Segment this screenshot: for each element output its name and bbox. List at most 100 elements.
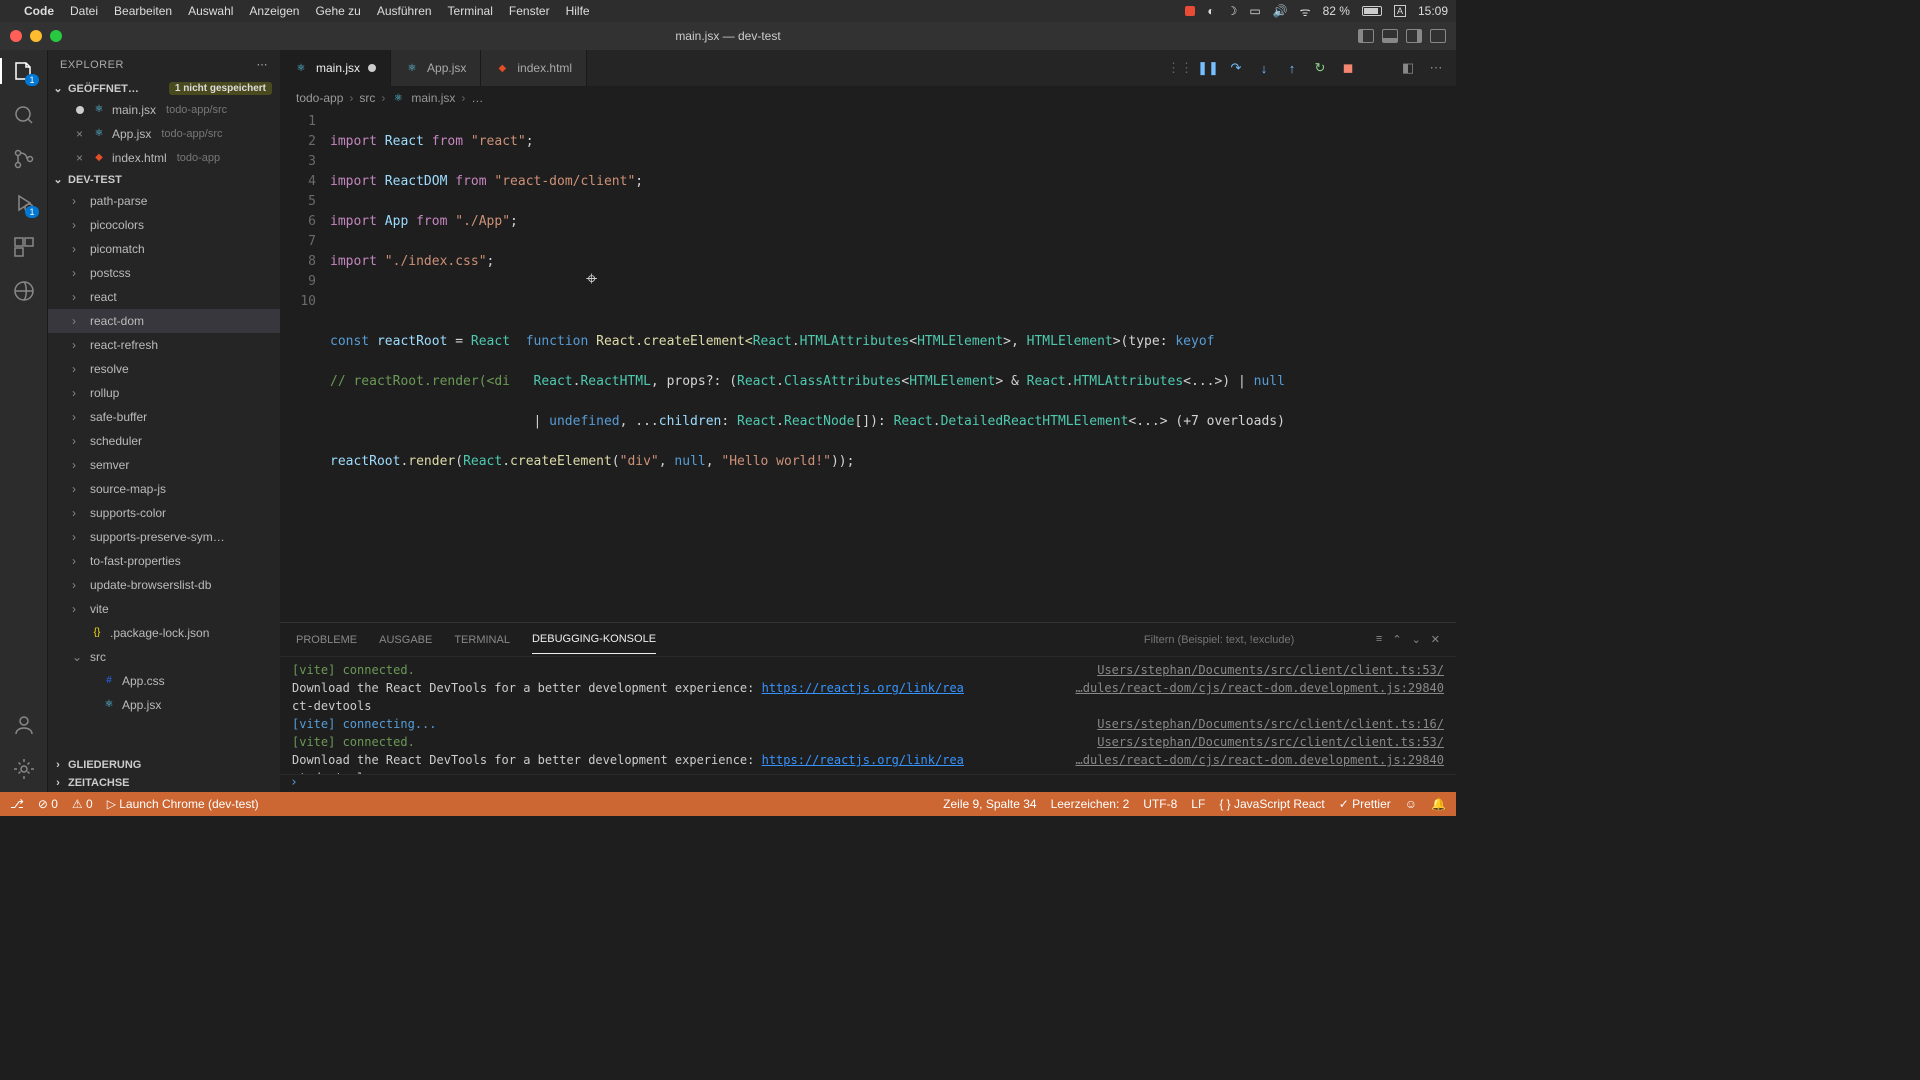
tree-item[interactable]: ›postcss [48, 261, 280, 285]
layout-right-icon[interactable] [1406, 29, 1422, 43]
panel-filter-input[interactable] [1144, 634, 1344, 646]
menu-item[interactable]: Ausführen [377, 4, 432, 18]
status-prettier[interactable]: ✓ Prettier [1339, 797, 1391, 811]
open-editor-item[interactable]: ×◆index.htmltodo-app [48, 146, 280, 170]
minimize-window-button[interactable] [30, 30, 42, 42]
menu-item[interactable]: Terminal [448, 4, 493, 18]
status-debug[interactable]: ▷ Launch Chrome (dev-test) [107, 797, 259, 811]
source-link[interactable]: Users/stephan/Documents/src/client/clien… [1097, 661, 1444, 679]
open-editor-item[interactable]: ⚛main.jsxtodo-app/src [48, 98, 280, 122]
debug-step-out-icon[interactable]: ↑ [1284, 60, 1300, 76]
explorer-icon[interactable]: 1 [11, 58, 37, 84]
outline-header[interactable]: ›GLIEDERUNG [48, 756, 280, 774]
debug-step-over-icon[interactable]: ↷ [1228, 60, 1244, 76]
tree-item[interactable]: ›supports-color [48, 501, 280, 525]
timeline-header[interactable]: ›ZEITACHSE [48, 774, 280, 792]
status-wifi-icon[interactable]: ᯤ [1300, 3, 1311, 20]
source-link[interactable]: …dules/react-dom/cjs/react-dom.developme… [1076, 679, 1444, 697]
panel-tab-output[interactable]: AUSGABE [379, 626, 432, 654]
editor-tab[interactable]: ◆index.html [481, 50, 587, 86]
battery-icon[interactable] [1362, 6, 1382, 16]
tree-item[interactable]: ›picocolors [48, 213, 280, 237]
status-warnings[interactable]: ⚠ 0 [72, 797, 93, 811]
status-encoding[interactable]: UTF-8 [1143, 797, 1177, 811]
tree-item[interactable]: ›picomatch [48, 237, 280, 261]
status-cursor-pos[interactable]: Zeile 9, Spalte 34 [943, 797, 1036, 811]
status-remote-icon[interactable]: ⎇ [10, 797, 24, 811]
open-editor-item[interactable]: ×⚛App.jsxtodo-app/src [48, 122, 280, 146]
editor-tab[interactable]: ⚛App.jsx [391, 50, 481, 86]
open-editors-header[interactable]: ⌄ GEÖFFNET… 1 nicht gespeichert [48, 79, 280, 98]
status-indent[interactable]: Leerzeichen: 2 [1051, 797, 1130, 811]
tree-item[interactable]: ›scheduler [48, 429, 280, 453]
status-cloud-icon[interactable]: ◐ [1207, 4, 1214, 18]
status-feedback-icon[interactable]: ☺ [1405, 797, 1417, 811]
source-control-icon[interactable] [11, 146, 37, 172]
debug-drag-icon[interactable]: ⋮⋮ [1172, 60, 1188, 76]
panel-tab-debug-console[interactable]: DEBUGGING-KONSOLE [532, 625, 656, 654]
debug-stop-icon[interactable]: ◼ [1340, 60, 1356, 76]
battery-pct[interactable]: 82 % [1323, 4, 1350, 18]
source-link[interactable]: Users/stephan/Documents/src/client/clien… [1097, 715, 1444, 733]
zoom-window-button[interactable] [50, 30, 62, 42]
account-icon[interactable] [11, 712, 37, 738]
tree-item[interactable]: ›react-dom [48, 309, 280, 333]
status-language[interactable]: { } JavaScript React [1219, 797, 1324, 811]
close-editor-icon[interactable]: × [76, 124, 86, 144]
tree-item[interactable]: ⌄src [48, 645, 280, 669]
panel-close-icon[interactable]: ✕ [1431, 633, 1440, 646]
input-source-icon[interactable]: A [1394, 5, 1406, 17]
layout-left-icon[interactable] [1358, 29, 1374, 43]
run-debug-icon[interactable]: 1 [11, 190, 37, 216]
split-editor-icon[interactable]: ◧ [1400, 60, 1416, 76]
tree-item[interactable]: ›resolve [48, 357, 280, 381]
search-icon[interactable] [11, 102, 37, 128]
tree-item[interactable]: ›source-map-js [48, 477, 280, 501]
editor-tab[interactable]: ⚛main.jsx [280, 50, 391, 86]
more-actions-icon[interactable]: ⋯ [1428, 60, 1444, 76]
code-editor[interactable]: 12345678910 import React from "react"; i… [280, 110, 1456, 622]
status-volume-icon[interactable]: 🔊 [1273, 4, 1288, 18]
layout-bottom-icon[interactable] [1382, 29, 1398, 43]
debug-step-into-icon[interactable]: ↓ [1256, 60, 1272, 76]
panel-clear-icon[interactable]: ⌄ [1412, 633, 1421, 646]
menu-item[interactable]: Anzeigen [249, 4, 299, 18]
panel-settings-icon[interactable]: ≡ [1376, 633, 1382, 646]
status-display-icon[interactable]: ▭ [1249, 4, 1260, 18]
tree-item[interactable]: ›path-parse [48, 189, 280, 213]
menu-item[interactable]: Hilfe [566, 4, 590, 18]
tree-item[interactable]: ›safe-buffer [48, 405, 280, 429]
status-dnd-icon[interactable]: ☽ [1227, 4, 1238, 18]
menu-item[interactable]: Datei [70, 4, 98, 18]
panel-tab-terminal[interactable]: TERMINAL [454, 626, 510, 654]
debug-restart-icon[interactable]: ↻ [1312, 60, 1328, 76]
status-errors[interactable]: ⊘ 0 [38, 797, 58, 811]
tree-item[interactable]: ›vite [48, 597, 280, 621]
tree-item[interactable]: #App.css [48, 669, 280, 693]
tree-item[interactable]: {}.package-lock.json [48, 621, 280, 645]
menu-item[interactable]: Auswahl [188, 4, 233, 18]
status-bell-icon[interactable]: 🔔 [1431, 797, 1446, 811]
clock[interactable]: 15:09 [1418, 4, 1448, 18]
panel-collapse-icon[interactable]: ⌃ [1392, 633, 1401, 646]
menu-item[interactable]: Gehe zu [315, 4, 360, 18]
menu-item[interactable]: Bearbeiten [114, 4, 172, 18]
tree-item[interactable]: ›to-fast-properties [48, 549, 280, 573]
menu-app[interactable]: Code [24, 4, 54, 18]
settings-gear-icon[interactable] [11, 756, 37, 782]
layout-custom-icon[interactable] [1430, 29, 1446, 43]
tree-item[interactable]: ⚛App.jsx [48, 693, 280, 717]
workspace-header[interactable]: ⌄ DEV-TEST [48, 170, 280, 189]
tree-item[interactable]: ›update-browserslist-db [48, 573, 280, 597]
close-window-button[interactable] [10, 30, 22, 42]
debug-pause-icon[interactable]: ❚❚ [1200, 60, 1216, 76]
menu-item[interactable]: Fenster [509, 4, 550, 18]
source-link[interactable]: …dules/react-dom/cjs/react-dom.developme… [1076, 751, 1444, 769]
source-link[interactable]: Users/stephan/Documents/src/client/clien… [1097, 733, 1444, 751]
tree-item[interactable]: ›react-refresh [48, 333, 280, 357]
tree-item[interactable]: ›supports-preserve-sym… [48, 525, 280, 549]
close-editor-icon[interactable]: × [76, 148, 86, 168]
tree-item[interactable]: ›semver [48, 453, 280, 477]
remote-icon[interactable] [11, 278, 37, 304]
breadcrumbs[interactable]: todo-app› src› ⚛main.jsx› … [280, 86, 1456, 110]
